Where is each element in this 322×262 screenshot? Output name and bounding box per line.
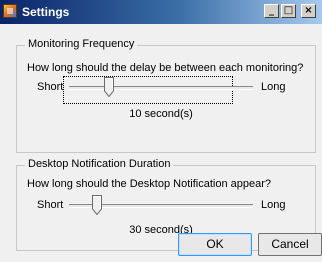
window-title: Settings [22, 5, 70, 19]
monitoring-question-label: How long should the delay be between eac… [27, 62, 304, 74]
monitoring-frequency-group: Monitoring Frequency How long should the… [16, 38, 316, 153]
monitoring-short-label: Short [37, 81, 64, 93]
title-bar[interactable]: Settings _ □ × [0, 0, 322, 24]
monitoring-value-label: 10 second(s) [129, 108, 193, 120]
monitoring-slider-focus-rect [63, 76, 233, 104]
notification-question-label: How long should the Desktop Notification… [27, 178, 271, 190]
minimize-button[interactable]: _ [264, 4, 279, 18]
notification-duration-group-title: Desktop Notification Duration [25, 158, 174, 170]
ok-button[interactable]: OK [178, 233, 252, 256]
cancel-button[interactable]: Cancel [258, 233, 322, 256]
notification-short-label: Short [37, 199, 64, 211]
close-button[interactable]: × [301, 4, 316, 18]
notification-slider-thumb[interactable] [91, 195, 102, 215]
notification-long-label: Long [261, 199, 286, 211]
monitoring-slider-track[interactable] [69, 86, 253, 90]
monitoring-frequency-group-title: Monitoring Frequency [25, 38, 138, 50]
dialog-client-area: Monitoring Frequency How long should the… [0, 24, 322, 262]
app-icon [3, 4, 17, 18]
monitoring-slider-thumb[interactable] [104, 77, 115, 97]
monitoring-long-label: Long [261, 81, 286, 93]
maximize-button[interactable]: □ [281, 4, 296, 18]
